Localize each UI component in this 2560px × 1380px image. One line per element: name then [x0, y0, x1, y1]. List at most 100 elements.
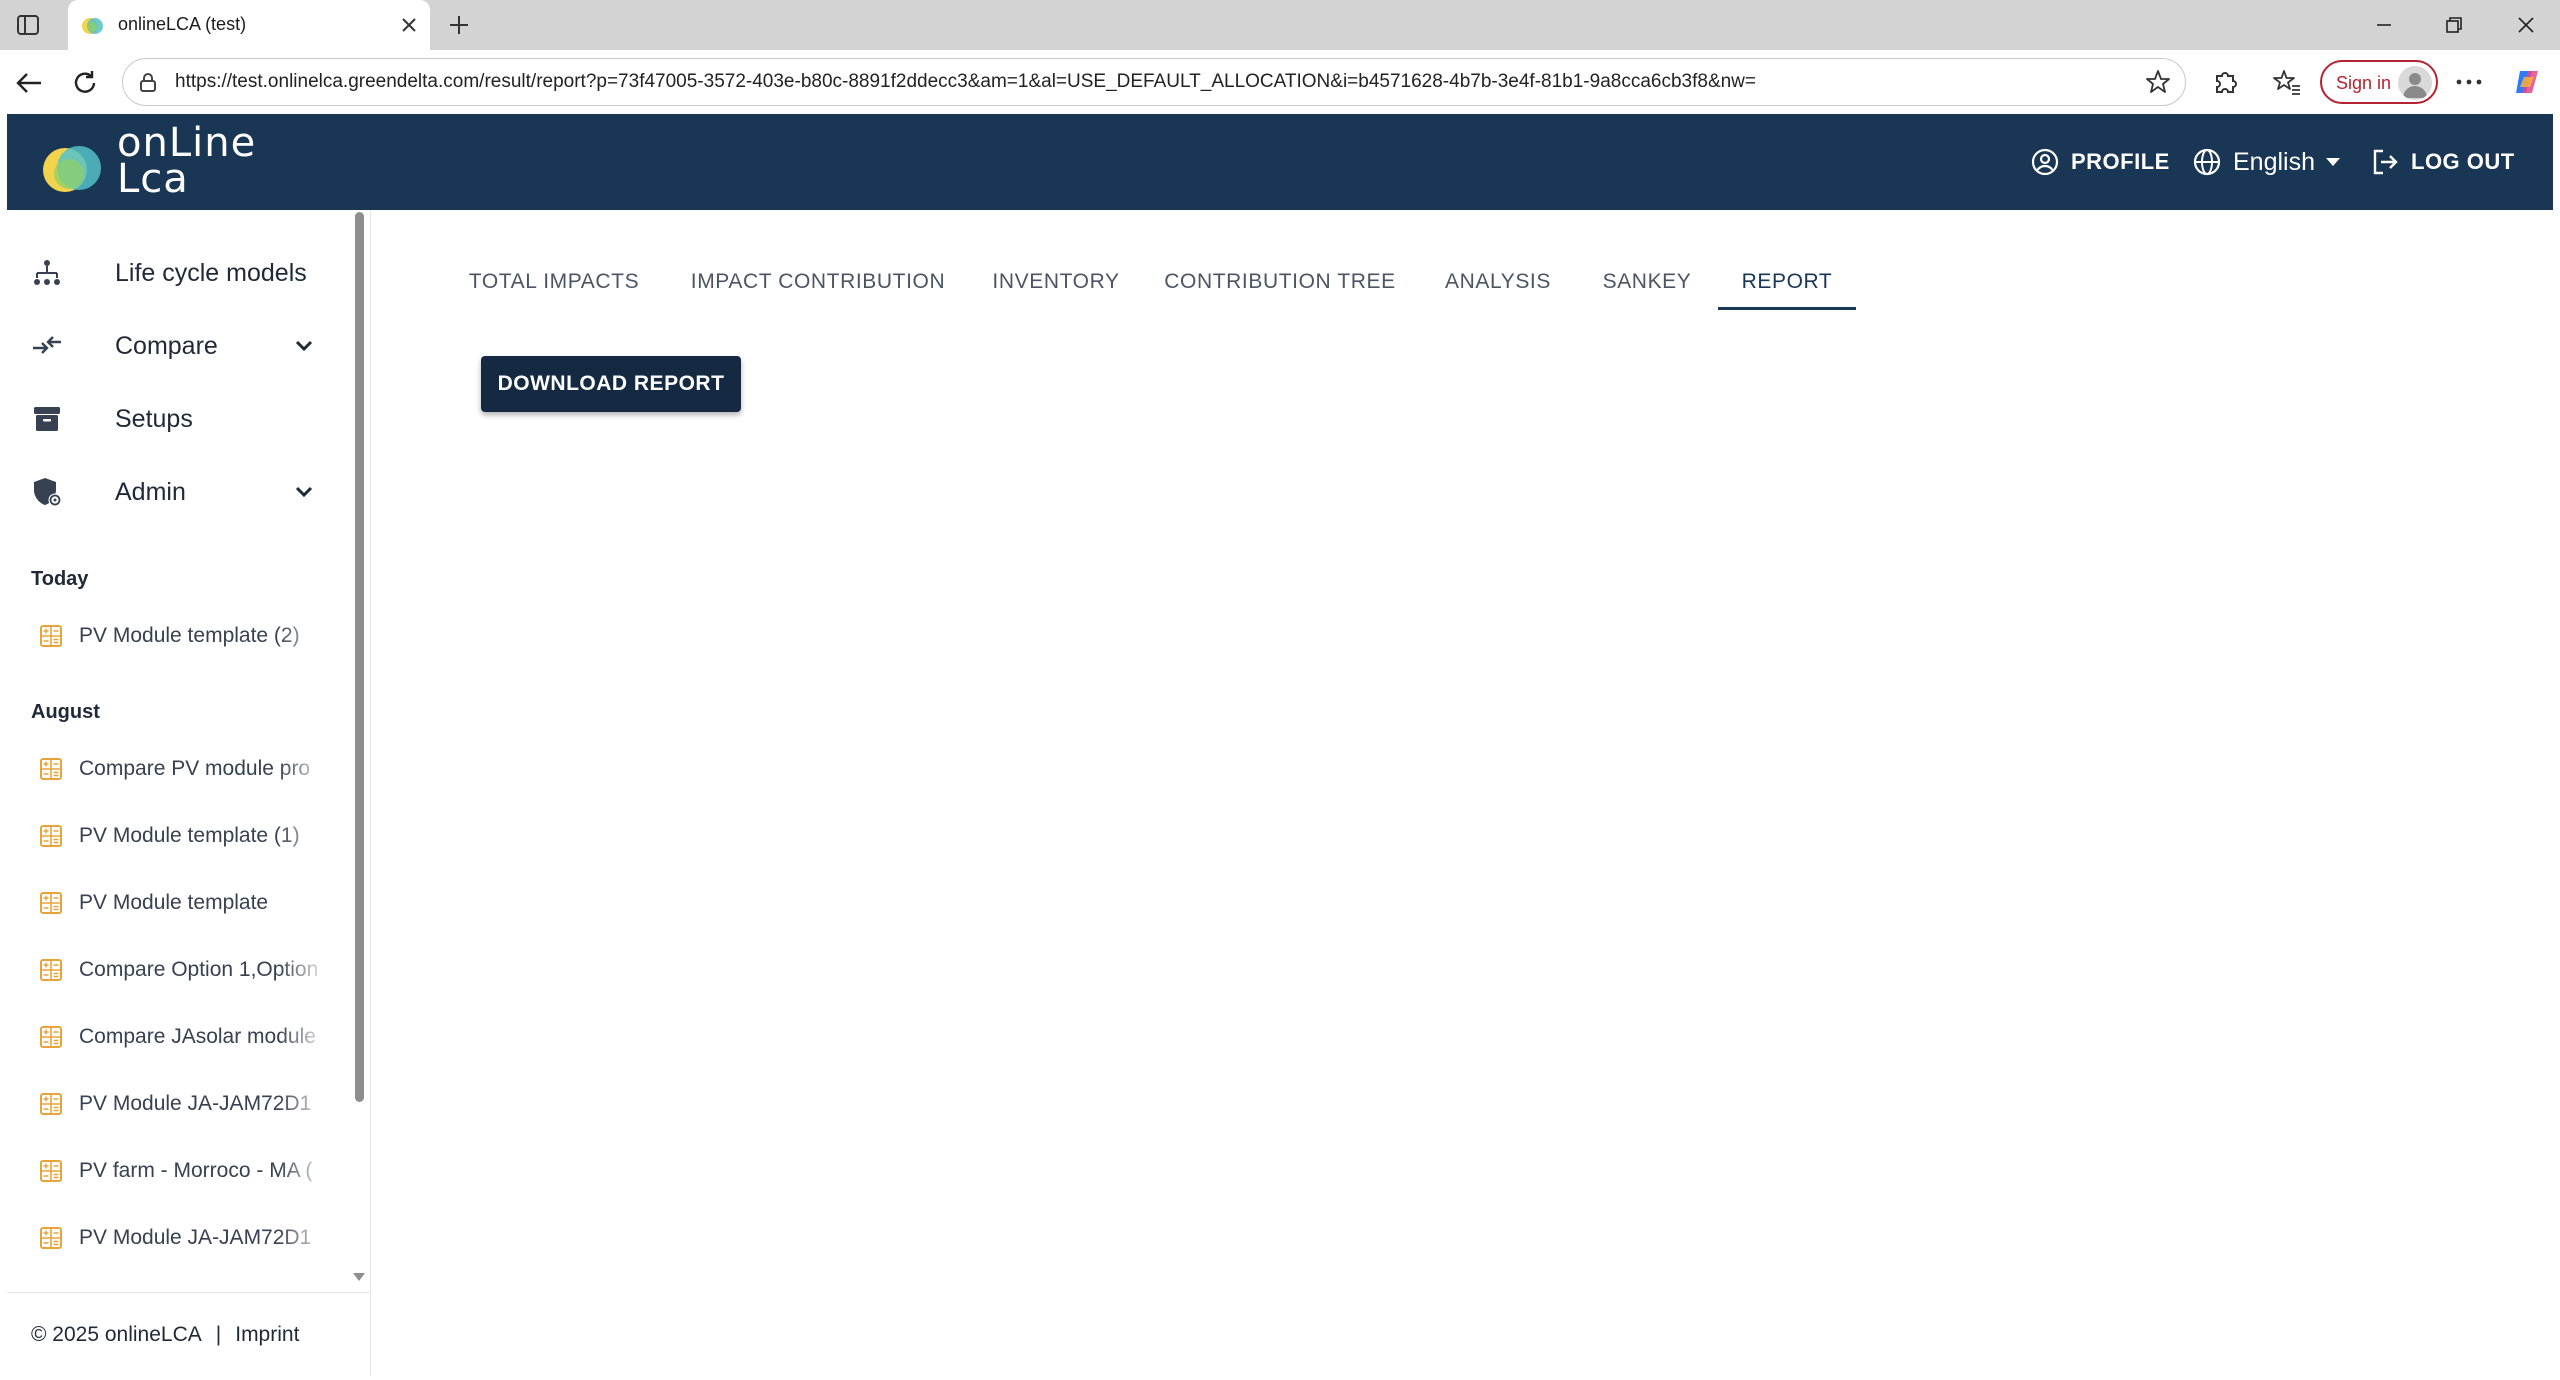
tab-report[interactable]: REPORT [1718, 260, 1856, 310]
extensions-puzzle-icon[interactable] [2208, 65, 2242, 99]
active-tab-indicator [1718, 307, 1856, 310]
recent-item-label: PV farm - Morroco - MA ( [79, 1159, 313, 1182]
tab-label: REPORT [1741, 270, 1833, 293]
favorites-list-icon[interactable] [2270, 65, 2304, 99]
recent-item[interactable]: PV Module JA-JAM72D1 [39, 1084, 329, 1124]
more-options-icon[interactable] [2452, 65, 2486, 99]
calculation-sheet-icon [40, 1093, 62, 1115]
sign-in-button[interactable]: Sign in [2320, 60, 2438, 104]
recent-item[interactable]: PV Module JA-JAM72D1 [39, 1218, 329, 1258]
url-text[interactable]: https://test.onlinelca.greendelta.com/re… [175, 71, 1756, 93]
language-selector[interactable]: English [2193, 142, 2341, 182]
sign-in-label: Sign in [2336, 73, 2392, 93]
tab-actions-icon[interactable] [14, 12, 42, 38]
recent-item-label: PV Module template [79, 891, 269, 914]
compare-arrows-icon [31, 330, 63, 362]
tab-analysis[interactable]: ANALYSIS [1438, 260, 1558, 310]
recent-item-label: PV Module JA-JAM72D1 [79, 1092, 312, 1115]
recent-item[interactable]: PV Module template (2) [39, 616, 329, 656]
recent-item[interactable]: Compare JAsolar module [39, 1017, 329, 1057]
new-tab-icon[interactable] [444, 10, 474, 40]
address-bar[interactable]: https://test.onlinelca.greendelta.com/re… [122, 58, 2186, 106]
browser-tab[interactable]: onlineLCA (test) [68, 0, 430, 50]
sidebar-item-compare[interactable]: Compare [7, 315, 347, 375]
caret-down-icon [2326, 158, 2340, 166]
language-label: English [2233, 147, 2315, 176]
sidebar-item-admin[interactable]: Admin [7, 461, 347, 521]
app-header: onLine Lca PROFILE English LOG OUT [7, 114, 2553, 210]
tab-impact-contribution[interactable]: IMPACT CONTRIBUTION [690, 260, 946, 310]
tab-label: SANKEY [1602, 270, 1692, 293]
sidebar-item-label: Compare [115, 332, 218, 360]
logout-button[interactable]: LOG OUT [2371, 142, 2515, 182]
sidebar-scrollbar[interactable] [351, 210, 367, 1292]
download-report-button[interactable]: DOWNLOAD REPORT [481, 356, 741, 412]
browser-tab-bar: onlineLCA (test) [0, 0, 2560, 50]
site-info-icon[interactable] [137, 71, 159, 93]
tab-inventory[interactable]: INVENTORY [988, 260, 1124, 310]
sidebar: Life cycle models Compare Setups Admin T… [7, 210, 371, 1376]
sidebar-item-life-cycle-models[interactable]: Life cycle models [7, 242, 347, 302]
scroll-down-arrow-icon[interactable] [352, 1270, 366, 1284]
chevron-down-icon [295, 486, 313, 498]
tab-label: TOTAL IMPACTS [468, 270, 640, 293]
tab-contribution-tree[interactable]: CONTRIBUTION TREE [1162, 260, 1398, 310]
sidebar-item-setups[interactable]: Setups [7, 388, 347, 448]
tab-total-impacts[interactable]: TOTAL IMPACTS [462, 260, 646, 310]
browser-toolbar: https://test.onlinelca.greendelta.com/re… [0, 50, 2560, 114]
calculation-sheet-icon [40, 1026, 62, 1048]
recent-item-label: PV Module template (2) [79, 624, 300, 647]
copyright-text: © 2025 onlineLCA [31, 1322, 202, 1346]
calculation-sheet-icon [40, 758, 62, 780]
sidebar-item-label: Setups [115, 405, 193, 433]
recent-item-label: Compare Option 1,Option [79, 958, 319, 981]
browser-tab-title: onlineLCA (test) [118, 14, 247, 34]
onlinelca-app: onLine Lca PROFILE English LOG OUT Life … [7, 114, 2553, 1376]
close-window-icon[interactable] [2506, 10, 2546, 40]
sidebar-scroll-area[interactable]: Life cycle models Compare Setups Admin T… [7, 210, 371, 1292]
back-arrow-icon[interactable] [12, 66, 46, 100]
recent-item-label: PV Module JA-JAM72D1 [79, 1226, 312, 1249]
recent-item[interactable]: PV Module template [39, 883, 329, 923]
footer-separator: | [215, 1322, 222, 1346]
sidebar-item-label: Life cycle models [115, 259, 307, 287]
calculation-sheet-icon [40, 959, 62, 981]
recent-item[interactable]: Compare PV module pro [39, 749, 329, 789]
main-content: TOTAL IMPACTS IMPACT CONTRIBUTION INVENT… [372, 210, 2553, 1376]
admin-shield-icon [31, 476, 63, 508]
tab-sankey[interactable]: SANKEY [1592, 260, 1702, 310]
minimize-window-icon[interactable] [2364, 10, 2404, 40]
recent-group-today: Today [31, 568, 89, 590]
restore-window-icon[interactable] [2434, 10, 2474, 40]
recent-group-august: August [31, 701, 100, 723]
copilot-icon[interactable] [2510, 65, 2544, 99]
onlinelca-favicon-icon [80, 15, 106, 37]
close-tab-icon[interactable] [396, 12, 422, 38]
recent-item[interactable]: PV Module template (1) [39, 816, 329, 856]
tab-label: ANALYSIS [1445, 270, 1551, 293]
reload-icon[interactable] [68, 66, 102, 100]
recent-item[interactable]: PV farm - Morroco - MA ( [39, 1151, 329, 1191]
calculation-sheet-icon [40, 1227, 62, 1249]
scrollbar-thumb[interactable] [355, 212, 364, 1102]
archive-box-icon [31, 403, 63, 435]
recent-item-label: Compare JAsolar module [79, 1025, 316, 1048]
onlinelca-logo[interactable]: onLine Lca [41, 118, 281, 206]
tab-label: INVENTORY [992, 270, 1120, 293]
profile-label: PROFILE [2071, 149, 2170, 174]
chevron-down-icon [295, 340, 313, 352]
tab-label: CONTRIBUTION TREE [1164, 270, 1396, 293]
sidebar-item-label: Admin [115, 478, 186, 506]
calculation-sheet-icon [40, 825, 62, 847]
calculation-sheet-icon [40, 625, 62, 647]
account-circle-icon [2031, 148, 2059, 176]
recent-item[interactable]: Compare Option 1,Option [39, 950, 329, 990]
logo-text-lca: Lca [117, 156, 189, 202]
recent-item-label: PV Module template (1) [79, 824, 300, 847]
profile-button[interactable]: PROFILE [2031, 142, 2170, 182]
sidebar-footer: © 2025 onlineLCA | Imprint [7, 1292, 371, 1376]
profile-avatar-icon [2398, 66, 2432, 100]
imprint-link[interactable]: Imprint [235, 1323, 299, 1347]
globe-icon [2193, 148, 2221, 176]
favorite-star-icon[interactable] [2145, 69, 2171, 95]
